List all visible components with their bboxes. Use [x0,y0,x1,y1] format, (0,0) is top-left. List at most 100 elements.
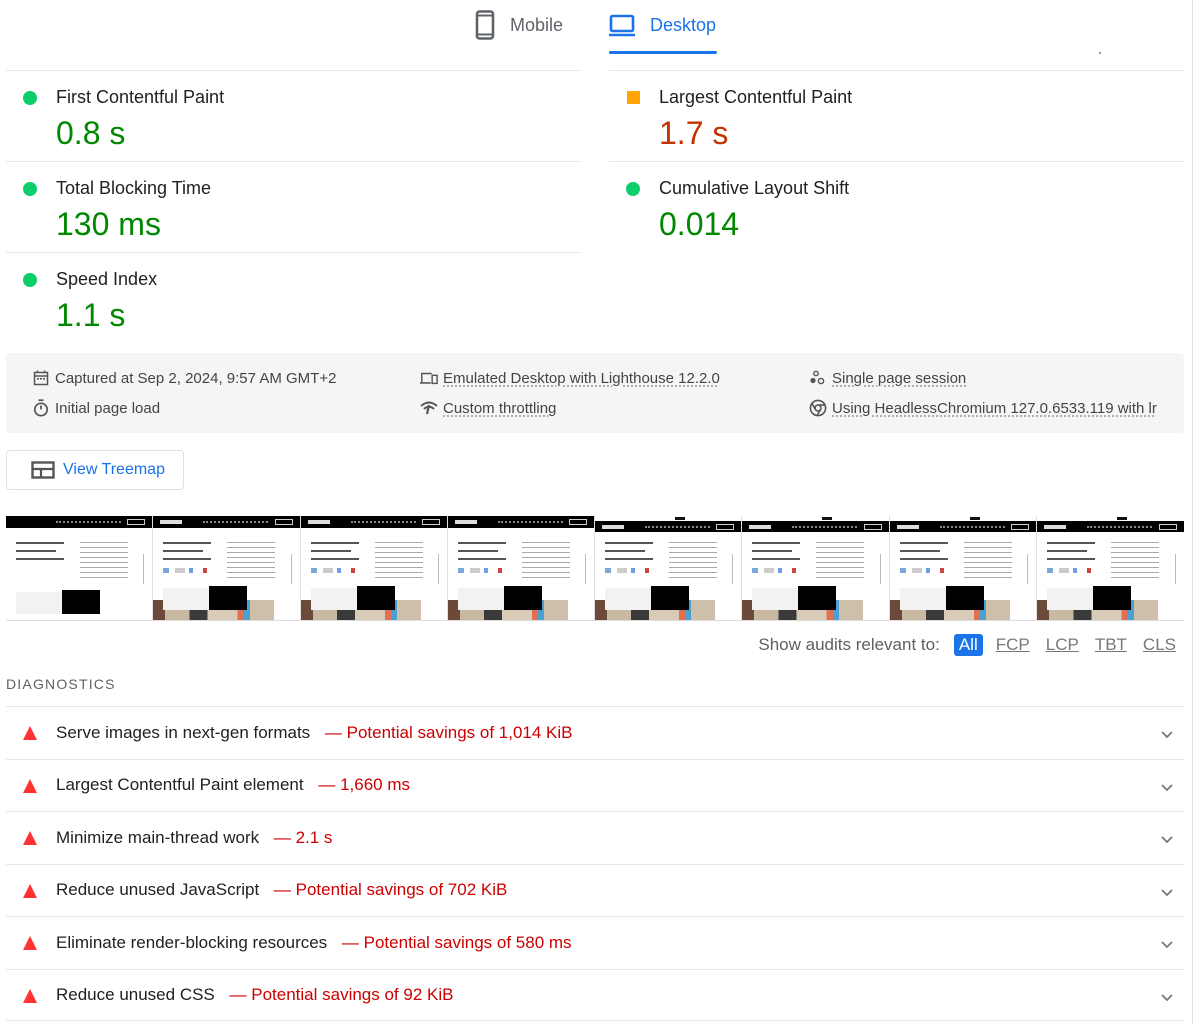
average-icon [627,91,640,104]
runtime-settings-panel: Captured at Sep 2, 2024, 9:57 AM GMT+2 I… [6,353,1184,433]
audit-detail: Potential savings of 580 ms [363,932,572,952]
metric-label: Cumulative Layout Shift [659,178,850,198]
session-link[interactable]: Single page session [832,370,966,387]
metric-fcp: First Contentful Paint 0.8 s [6,70,581,161]
load-type-text: Initial page load [55,399,161,417]
filter-cls[interactable]: CLS [1140,634,1179,656]
metric-value: 1.1 s [56,297,126,333]
treemap-icon [31,461,55,479]
view-treemap-label: View Treemap [63,461,165,478]
smartphone-icon [474,10,496,40]
filmstrip-frame [300,516,448,620]
audit-filter: Show audits relevant to: All FCP LCP TBT… [758,634,1179,656]
audit-item[interactable]: Reduce unused JavaScript — Potential sav… [6,863,1184,917]
chevron-down-icon[interactable] [1160,780,1174,798]
chevron-down-icon[interactable] [1160,885,1174,903]
audit-item[interactable]: Reduce unused CSS — Potential savings of… [6,968,1184,1021]
device-emulation-link[interactable]: Emulated Desktop with Lighthouse 12.2.0 [443,370,720,387]
filmstrip-frame [742,516,890,620]
metric-cls: Cumulative Layout Shift 0.014 [609,161,1184,252]
audit-detail: Potential savings of 92 KiB [251,984,454,1004]
filter-tbt[interactable]: TBT [1092,634,1130,656]
pass-icon [23,182,37,196]
metric-value: 0.8 s [56,115,126,151]
device-emulation[interactable]: Emulated Desktop with Lighthouse 12.2.0 [420,369,720,387]
audit-title: Reduce unused CSS [56,984,215,1004]
audit-detail: 1,660 ms [340,775,410,795]
audit-title: Serve images in next-gen formats [56,722,311,742]
active-tab-indicator [609,51,717,54]
fail-triangle-icon [23,831,37,845]
fail-triangle-icon [23,988,37,1003]
metric-label: Total Blocking Time [56,178,212,198]
filter-label: Show audits relevant to: [758,635,940,654]
fail-triangle-icon [23,778,37,793]
pass-icon [23,91,37,105]
audit-title: Minimize main-thread work [56,827,260,847]
tab-desktop[interactable]: Desktop [608,10,716,40]
chrome-icon [809,399,827,417]
stopwatch-icon [32,399,50,417]
metric-value: 1.7 s [659,115,729,151]
device-tabs: Mobile Desktop [0,0,1195,56]
session-type[interactable]: Single page session [809,369,966,387]
calendar-icon [32,369,50,387]
chevron-down-icon[interactable] [1160,832,1174,850]
laptop-icon [608,13,636,37]
scrollbar-track[interactable] [1192,0,1193,1024]
fail-triangle-icon [23,883,37,898]
load-type: Initial page load [32,399,160,417]
filter-all[interactable]: All [953,634,983,656]
tab-mobile[interactable]: Mobile [474,10,563,40]
browser-link[interactable]: Using HeadlessChromium 127.0.6533.119 wi… [832,400,1157,417]
decorative-dot [1099,52,1101,54]
filter-fcp[interactable]: FCP [993,634,1033,656]
metric-lcp: Largest Contentful Paint 1.7 s [609,70,1184,161]
audit-item[interactable]: Eliminate render-blocking resources — Po… [6,916,1184,969]
pass-icon [626,182,640,196]
filmstrip-frame [6,516,154,620]
wifi-signal-icon [420,399,438,417]
audit-title: Eliminate render-blocking resources [56,932,328,952]
chevron-down-icon[interactable] [1160,727,1174,745]
diagnostics-heading: DIAGNOSTICS [6,676,116,692]
metric-value: 0.014 [659,206,740,242]
browser-info[interactable]: Using HeadlessChromium 127.0.6533.119 wi… [809,399,1160,417]
view-treemap-button[interactable]: View Treemap [6,450,184,490]
devices-icon [420,369,438,387]
captured-at: Captured at Sep 2, 2024, 9:57 AM GMT+2 [32,369,336,387]
pass-icon [23,273,37,287]
filmstrip-frame [153,516,301,620]
filmstrip [6,516,1184,621]
audit-detail: Potential savings of 702 KiB [295,880,508,900]
filmstrip-frame [889,516,1037,620]
throttling[interactable]: Custom throttling [420,399,556,417]
filter-lcp[interactable]: LCP [1043,634,1082,656]
metric-si: Speed Index 1.1 s [6,252,581,343]
audit-item[interactable]: Minimize main-thread work — 2.1 s [6,811,1184,864]
audit-item[interactable]: Serve images in next-gen formats — Poten… [6,706,1184,759]
audit-detail: 2.1 s [295,827,333,847]
audit-title: Largest Contentful Paint element [56,775,304,795]
chevron-down-icon[interactable] [1160,937,1174,955]
metric-label: Speed Index [56,269,158,289]
metric-label: First Contentful Paint [56,87,225,107]
filmstrip-frame [447,516,595,620]
audit-detail: Potential savings of 1,014 KiB [346,722,573,742]
tab-mobile-label: Mobile [510,14,564,35]
diagnostics-list: Serve images in next-gen formats — Poten… [6,706,1184,1021]
metric-value: 130 ms [56,206,161,242]
session-icon [809,369,827,387]
fail-triangle-icon [23,726,37,740]
filmstrip-frame [1036,516,1184,620]
filmstrip-frame [595,516,743,620]
metric-tbt: Total Blocking Time 130 ms [6,161,581,252]
chevron-down-icon[interactable] [1160,990,1174,1008]
audit-item[interactable]: Largest Contentful Paint element — 1,660… [6,758,1184,812]
fail-triangle-icon [23,936,37,950]
captured-at-text: Captured at Sep 2, 2024, 9:57 AM GMT+2 [55,369,337,387]
tab-desktop-label: Desktop [650,14,717,35]
throttling-link[interactable]: Custom throttling [443,400,556,417]
audit-title: Reduce unused JavaScript [56,880,260,900]
metric-label: Largest Contentful Paint [659,87,853,107]
